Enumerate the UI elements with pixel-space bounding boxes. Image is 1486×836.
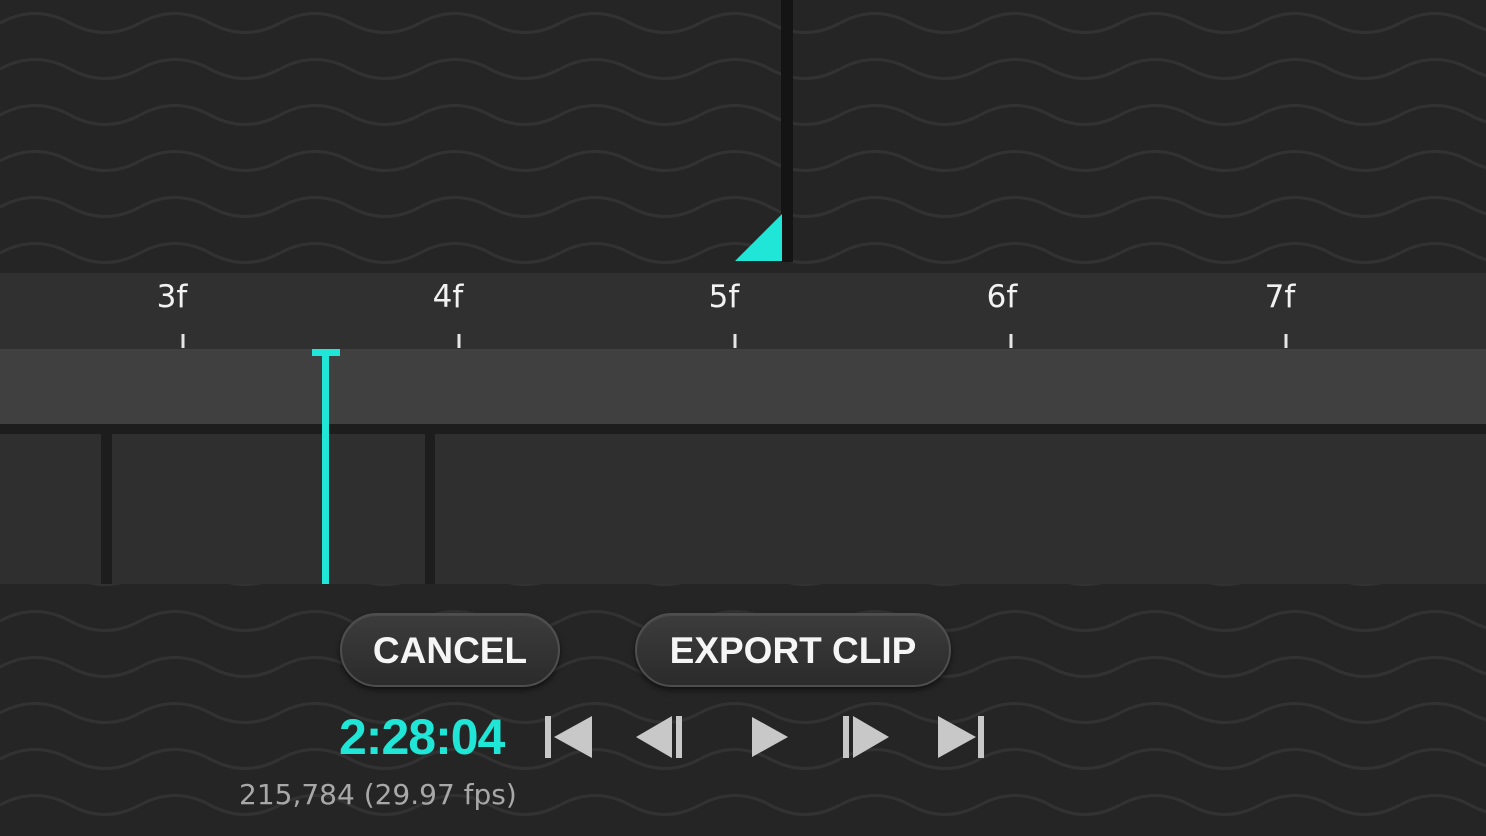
step-forward-icon xyxy=(843,716,889,758)
frame-segment[interactable] xyxy=(112,434,425,584)
skip-to-start-icon xyxy=(545,716,592,758)
cancel-button[interactable]: CANCEL xyxy=(340,613,560,687)
skip-to-start-button[interactable] xyxy=(542,712,598,762)
ruler-tick xyxy=(1009,334,1013,348)
preview-area xyxy=(0,0,1486,262)
play-icon xyxy=(752,717,788,757)
playhead[interactable] xyxy=(322,349,329,584)
ruler-label-4f: 4f xyxy=(432,279,464,315)
track-divider xyxy=(0,424,1486,434)
skip-to-end-icon xyxy=(938,716,984,758)
ruler-tick xyxy=(457,334,461,348)
ruler-label-6f: 6f xyxy=(986,279,1018,315)
step-forward-button[interactable] xyxy=(840,712,896,762)
trim-marker-line xyxy=(781,0,793,262)
skip-to-end-button[interactable] xyxy=(934,712,990,762)
step-backward-button[interactable] xyxy=(634,712,690,762)
export-clip-button[interactable]: EXPORT CLIP xyxy=(635,613,951,687)
frame-segment[interactable] xyxy=(0,434,101,584)
ruler-tick xyxy=(181,334,185,348)
ruler-label-7f: 7f xyxy=(1264,279,1296,315)
frame-ruler[interactable]: 3f 4f 5f 6f 7f xyxy=(0,273,1486,349)
ruler-tick xyxy=(1284,334,1288,348)
play-button[interactable] xyxy=(746,712,802,762)
frame-segment[interactable] xyxy=(435,434,1486,584)
trim-handle-icon[interactable] xyxy=(735,214,782,261)
ruler-label-3f: 3f xyxy=(156,279,188,315)
ruler-tick xyxy=(733,334,737,348)
frame-segments-track[interactable] xyxy=(0,434,1486,584)
ruler-label-5f: 5f xyxy=(708,279,740,315)
current-timecode: 2:28:04 xyxy=(339,709,505,765)
frame-count-info: 215,784 (29.97 fps) xyxy=(239,778,517,811)
step-backward-icon xyxy=(636,716,682,758)
timeline-track-strip[interactable] xyxy=(0,349,1486,424)
